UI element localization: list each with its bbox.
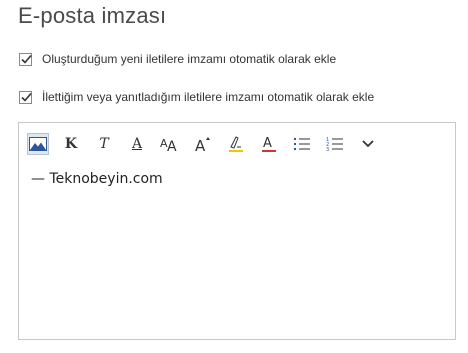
format-toolbar: K T A A A A A 1 2 3 (27, 133, 390, 155)
signature-editor[interactable]: K T A A A A A 1 2 3 — Teknobeyin.com (18, 122, 456, 340)
checkmark-icon (21, 92, 32, 102)
numbered-list-icon: 1 2 3 (326, 137, 343, 152)
auto-sign-new-option[interactable]: Oluşturduğum yeni iletilere imzamı otoma… (19, 51, 336, 67)
auto-sign-reply-label: İlettiğim veya yanıtladığım iletilere im… (42, 90, 375, 104)
auto-sign-reply-option[interactable]: İlettiğim veya yanıtladığım iletilere im… (19, 89, 374, 105)
numbered-list-button[interactable]: 1 2 3 (324, 133, 346, 155)
bullet-list-button[interactable] (291, 133, 313, 155)
auto-sign-reply-checkbox[interactable] (19, 90, 32, 104)
more-options-button[interactable] (357, 133, 379, 155)
auto-sign-new-label: Oluşturduğum yeni iletilere imzamı otoma… (42, 52, 337, 66)
font-size-icon: A A (160, 137, 177, 152)
checkmark-icon (21, 54, 32, 64)
auto-sign-new-checkbox[interactable] (19, 52, 32, 66)
chevron-down-icon (362, 140, 374, 148)
insert-image-button[interactable] (27, 133, 49, 155)
grow-font-icon: A (195, 137, 210, 153)
underline-button[interactable]: A (126, 133, 148, 155)
italic-button[interactable]: T (93, 133, 115, 155)
highlight-icon (229, 136, 243, 152)
font-color-icon: A (262, 136, 276, 152)
svg-text:A: A (167, 139, 177, 152)
svg-text:A: A (195, 137, 206, 153)
signature-content[interactable]: — Teknobeyin.com (31, 171, 163, 187)
grow-font-button[interactable]: A (192, 133, 214, 155)
italic-icon: T (99, 136, 109, 152)
bullet-list-icon (294, 138, 310, 150)
image-icon (29, 137, 47, 151)
bold-icon: K (64, 136, 78, 152)
underline-icon: A (131, 136, 143, 152)
font-size-button[interactable]: A A (159, 133, 181, 155)
font-color-button[interactable]: A (258, 133, 280, 155)
svg-text:A: A (263, 136, 272, 151)
bold-button[interactable]: K (60, 133, 82, 155)
svg-text:3: 3 (326, 147, 329, 152)
page-title: E-posta imzası (18, 3, 167, 28)
highlight-button[interactable] (225, 133, 247, 155)
